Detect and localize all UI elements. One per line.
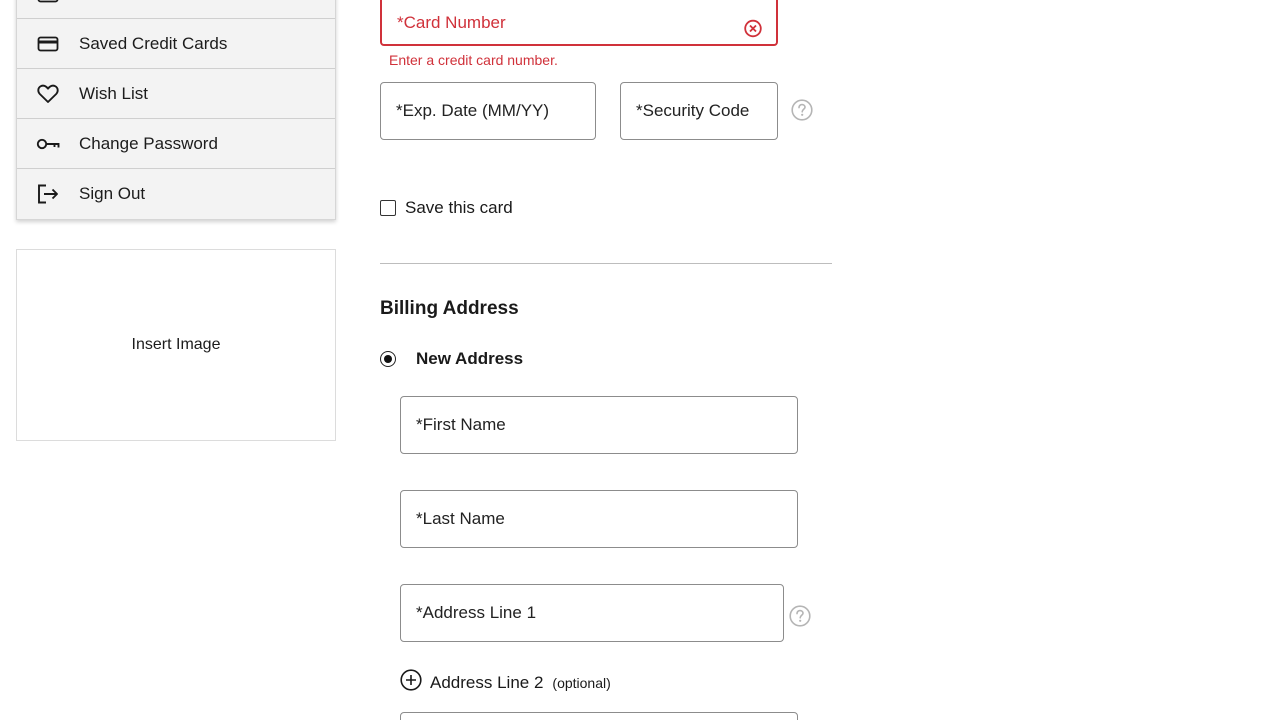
- security-code-input[interactable]: *Security Code: [620, 82, 778, 140]
- add-address-line-2-button[interactable]: Address Line 2 (optional): [400, 669, 611, 696]
- first-name-placeholder: *First Name: [416, 415, 506, 434]
- last-name-placeholder: *Last Name: [416, 509, 505, 528]
- box-icon: [17, 0, 79, 3]
- card-number-input[interactable]: *Card Number: [380, 0, 778, 46]
- key-icon: [17, 137, 79, 151]
- save-card-option[interactable]: Save this card: [380, 198, 513, 218]
- security-code-help-icon[interactable]: [791, 99, 813, 126]
- new-address-radio[interactable]: [380, 351, 396, 367]
- plus-circle-icon: [400, 669, 422, 696]
- sidebar-item-orders[interactable]: [17, 0, 335, 19]
- credit-card-icon: [17, 36, 79, 52]
- last-name-input[interactable]: *Last Name: [400, 490, 798, 548]
- sign-out-icon: [17, 184, 79, 204]
- address-line-2-label: Address Line 2: [430, 672, 544, 692]
- image-placeholder: Insert Image: [16, 249, 336, 441]
- sidebar-item-wish-list[interactable]: Wish List: [17, 69, 335, 119]
- sidebar-item-label: Sign Out: [79, 184, 146, 203]
- card-number-placeholder: *Card Number: [397, 12, 506, 32]
- sidebar-item-label: Wish List: [79, 83, 148, 103]
- sidebar-item-sign-out[interactable]: Sign Out: [17, 169, 335, 219]
- address-help-icon[interactable]: [789, 605, 811, 632]
- address-line-1-input[interactable]: *Address Line 1: [400, 584, 784, 642]
- error-circle-icon: [744, 19, 762, 43]
- save-card-label: Save this card: [405, 198, 513, 217]
- heart-icon: [17, 84, 79, 104]
- security-code-placeholder: *Security Code: [636, 101, 750, 120]
- account-menu: Saved Credit Cards Wish List Change Pass…: [16, 0, 336, 220]
- sidebar-item-change-password[interactable]: Change Password: [17, 119, 335, 169]
- exp-date-placeholder: *Exp. Date (MM/YY): [396, 101, 550, 120]
- billing-address-heading: Billing Address: [380, 298, 519, 319]
- first-name-input[interactable]: *First Name: [400, 396, 798, 454]
- next-field-input[interactable]: [400, 712, 798, 720]
- sidebar-item-saved-credit-cards[interactable]: Saved Credit Cards: [17, 19, 335, 69]
- new-address-label: New Address: [416, 349, 524, 368]
- card-number-error-message: Enter a credit card number.: [389, 52, 558, 68]
- address-line-1-placeholder: *Address Line 1: [416, 603, 537, 622]
- image-placeholder-label: Insert Image: [131, 336, 221, 353]
- radio-selected-dot: [384, 355, 392, 363]
- section-divider: [380, 263, 832, 264]
- exp-date-input[interactable]: *Exp. Date (MM/YY): [380, 82, 596, 140]
- sidebar-item-label: Change Password: [79, 133, 218, 153]
- save-card-checkbox[interactable]: [380, 200, 396, 216]
- sidebar-item-label: Saved Credit Cards: [79, 33, 228, 53]
- new-address-option[interactable]: New Address: [380, 349, 523, 369]
- optional-label: (optional): [552, 674, 611, 691]
